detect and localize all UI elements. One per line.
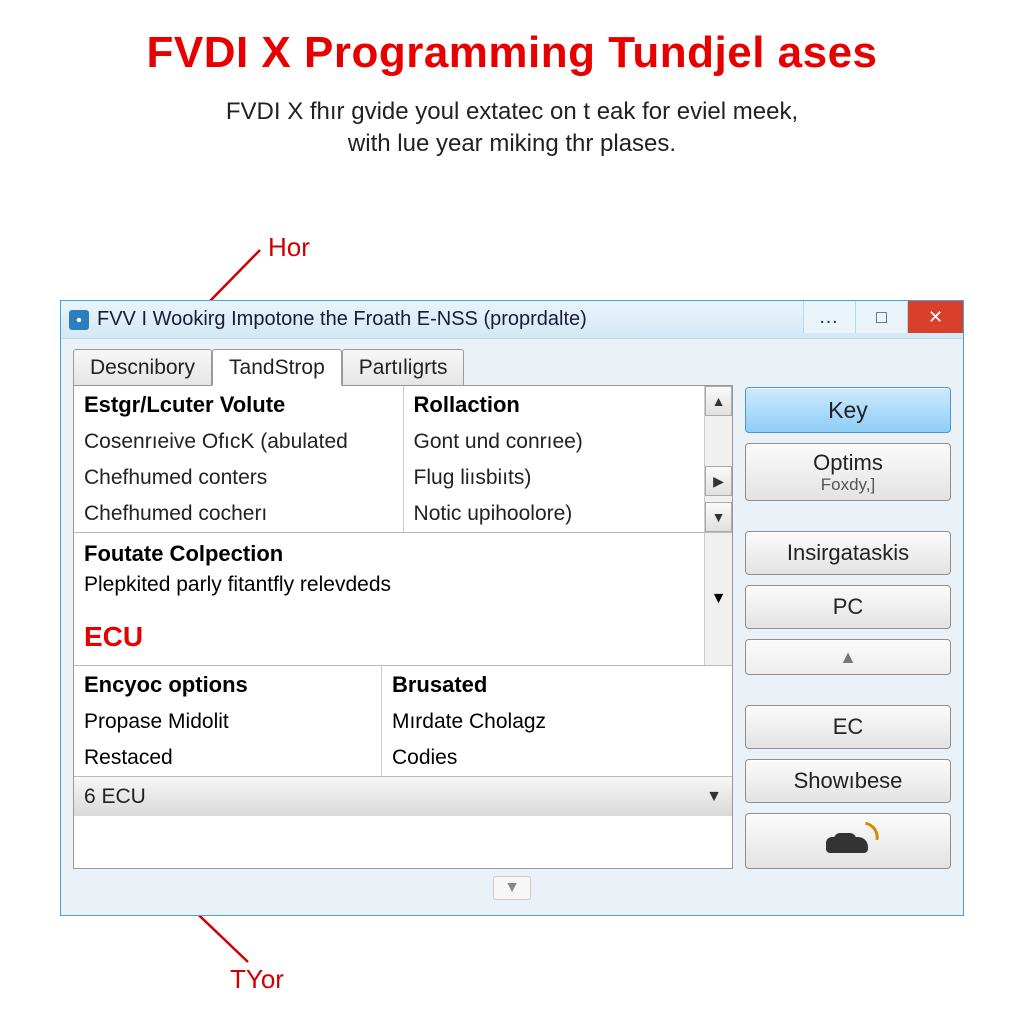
page-title: FVDI X Programming Tundjel ases: [0, 0, 1024, 78]
optims-sub: Foxdy,]: [821, 475, 875, 495]
menu-button[interactable]: …: [803, 301, 855, 333]
app-icon: [69, 310, 89, 330]
table-header: Encyoc options Brusated: [74, 666, 732, 704]
right-panel: Key Optims Foxdy,] Insirgataskis PC ▲ EC…: [745, 385, 951, 869]
cell: Cosenrıeive OfıcK (abulated: [74, 424, 403, 460]
scroll-up-icon[interactable]: ▲: [705, 386, 732, 416]
key-button[interactable]: Key: [745, 387, 951, 433]
up-button[interactable]: ▲: [745, 639, 951, 675]
cell: Flug liısbiıts): [403, 460, 704, 496]
arrow-up-icon: ▲: [839, 647, 857, 668]
close-button[interactable]: ✕: [907, 301, 963, 333]
pc-button[interactable]: PC: [745, 585, 951, 629]
cell: Mırdate Cholagz: [381, 704, 732, 740]
cell: Gont und conrıee): [403, 424, 704, 460]
cell: Chefhumed conters: [74, 460, 403, 496]
cell: Restaced: [74, 740, 381, 776]
table-header: Estgr/Lcuter Volute Rollaction: [74, 386, 704, 424]
chevron-down-icon: ▼: [493, 876, 531, 900]
car-signal-icon: [820, 825, 876, 857]
insirgataskis-button[interactable]: Insirgataskis: [745, 531, 951, 575]
table-row[interactable]: Restaced Codies: [74, 740, 732, 776]
table-row[interactable]: Chefhumed cocherı Notic upihoolore): [74, 496, 704, 532]
ecu-combo[interactable]: 6 ECU ▼: [74, 776, 732, 816]
optims-button[interactable]: Optims Foxdy,]: [745, 443, 951, 501]
scrollbar[interactable]: ▲ ▶ ▼: [704, 386, 732, 532]
subtitle-line2: with lue year miking thr plases.: [348, 130, 676, 157]
dropdown-toggle[interactable]: ▼: [704, 533, 732, 665]
window-title: FVV I Wookirg Impotone the Froath E-NSS …: [97, 308, 803, 331]
col-estgr: Estgr/Lcuter Volute: [74, 386, 403, 424]
showbase-button[interactable]: Showıbese: [745, 759, 951, 803]
col-rollaction: Rollaction: [403, 386, 704, 424]
content-row: Estgr/Lcuter Volute Rollaction Cosenrıei…: [73, 385, 951, 869]
cell: Codies: [381, 740, 732, 776]
scroll-down-icon[interactable]: ▼: [705, 502, 732, 532]
chevron-down-icon: ▼: [711, 590, 727, 608]
left-panel: Estgr/Lcuter Volute Rollaction Cosenrıei…: [73, 385, 733, 869]
chevron-down-icon: ▼: [706, 788, 722, 806]
table-row[interactable]: Chefhumed conters Flug liısbiıts): [74, 460, 704, 496]
tab-partiligrts[interactable]: Partıligrts: [342, 349, 465, 385]
tab-tandstrop[interactable]: TandStrop: [212, 349, 342, 386]
scroll-right-icon[interactable]: ▶: [705, 466, 732, 496]
window-controls: … □ ✕: [803, 301, 963, 338]
section-foutate: Foutate Colpection Plepkited parly fitan…: [74, 533, 732, 666]
cell: Chefhumed cocherı: [74, 496, 403, 532]
page-subtitle: FVDI X fhır gvide youl extatec on t eak …: [0, 96, 1024, 161]
ec-button[interactable]: EC: [745, 705, 951, 749]
maximize-button[interactable]: □: [855, 301, 907, 333]
table-encyoc: Encyoc options Brusated Propase Midolit …: [74, 666, 732, 776]
vehicle-button[interactable]: [745, 813, 951, 869]
col-encyoc: Encyoc options: [74, 666, 381, 704]
cell: Propase Midolit: [74, 704, 381, 740]
section-header: Foutate Colpection: [84, 541, 283, 567]
cell: Notic upihoolore): [403, 496, 704, 532]
bottom-expand[interactable]: ▼: [73, 875, 951, 901]
col-brusated: Brusated: [381, 666, 732, 704]
window-body: Descnibory TandStrop Partıligrts Estgr/L…: [61, 339, 963, 915]
table-row[interactable]: Propase Midolit Mırdate Cholagz: [74, 704, 732, 740]
subtitle-line1: FVDI X fhır gvide youl extatec on t eak …: [226, 98, 798, 125]
table-estgr: Estgr/Lcuter Volute Rollaction Cosenrıei…: [74, 386, 732, 533]
annotation-hor: Hor: [268, 232, 310, 263]
ecu-label: ECU: [74, 605, 704, 665]
annotation-tyor: TYor: [230, 964, 284, 995]
section-body: Plepkited parly fitantfly relevdeds: [74, 571, 704, 605]
tab-descnibory[interactable]: Descnibory: [73, 349, 212, 385]
combo-value: 6 ECU: [84, 785, 146, 809]
tabs: Descnibory TandStrop Partıligrts: [73, 349, 951, 385]
app-window: FVV I Wookirg Impotone the Froath E-NSS …: [60, 300, 964, 916]
titlebar[interactable]: FVV I Wookirg Impotone the Froath E-NSS …: [61, 301, 963, 339]
table-row[interactable]: Cosenrıeive OfıcK (abulated Gont und con…: [74, 424, 704, 460]
optims-label: Optims: [813, 450, 883, 476]
